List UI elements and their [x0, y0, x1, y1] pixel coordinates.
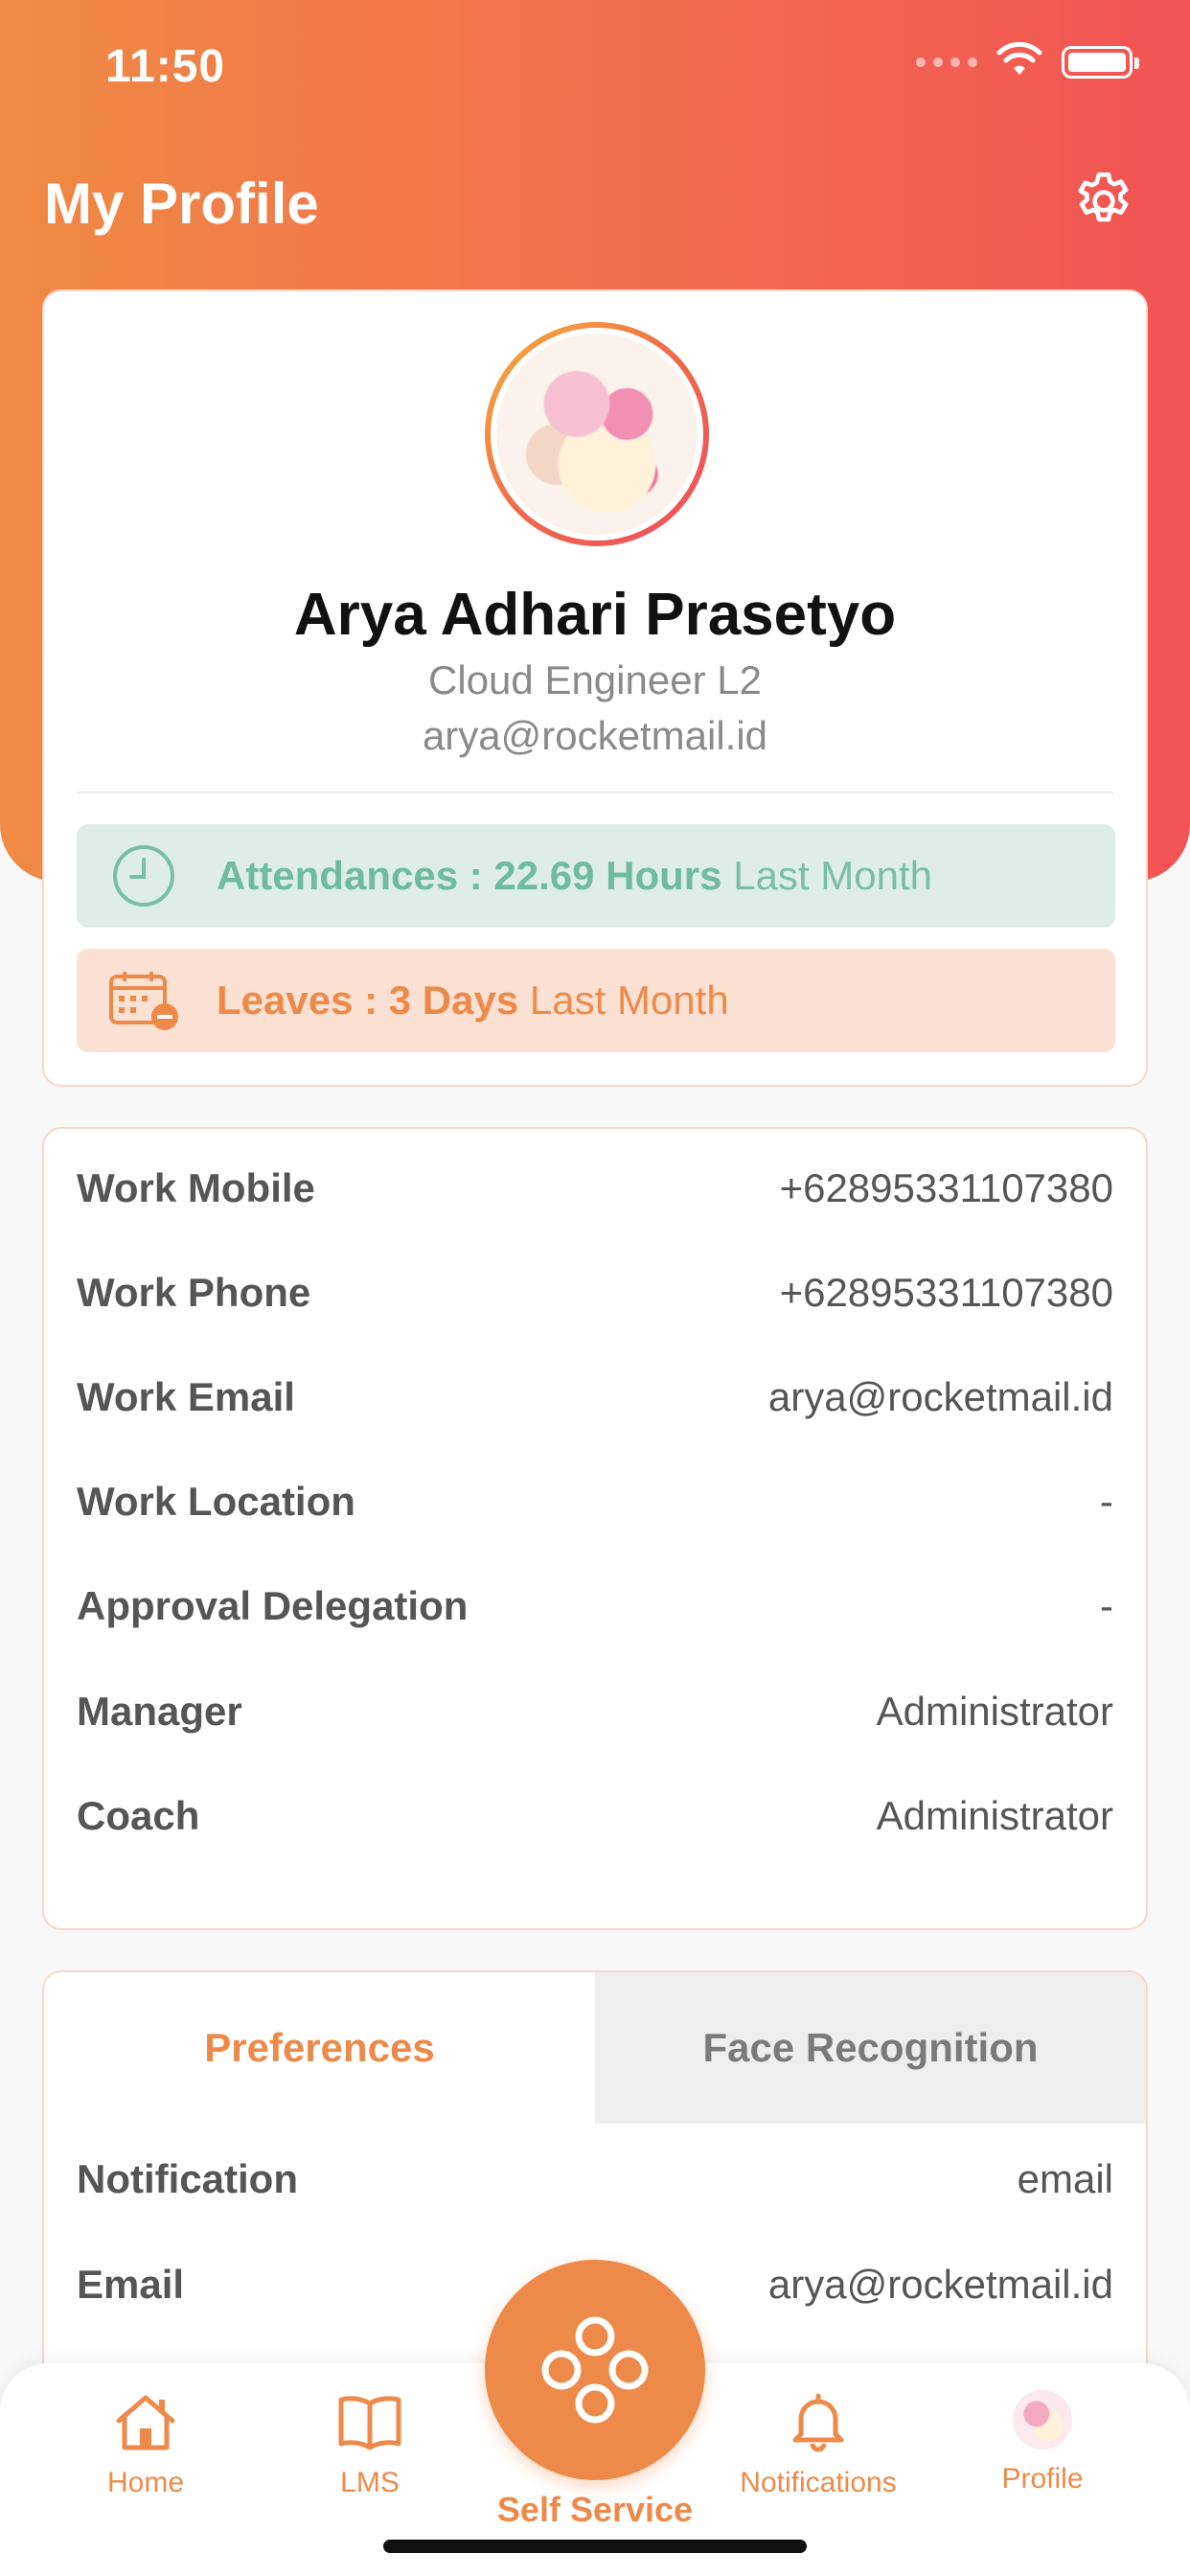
self-service-icon	[541, 2316, 649, 2424]
bell-icon	[792, 2393, 844, 2452]
leaves-summary[interactable]: Leaves : 3 Days Last Month	[77, 949, 1115, 1052]
work-phone-label: Work Phone	[77, 1270, 311, 1315]
tab-bar: Preferences Face Recognition	[44, 1972, 1146, 2124]
work-mobile-row: Work Mobile +62895331107380	[77, 1160, 1113, 1217]
status-icons	[916, 41, 1139, 81]
nav-profile[interactable]: Profile	[947, 2390, 1138, 2496]
self-service-label: Self Service	[496, 2490, 694, 2529]
book-icon	[338, 2396, 401, 2450]
email-pref-label: Email	[77, 2262, 185, 2307]
clock-icon	[105, 842, 182, 909]
leaves-period: Last Month	[529, 978, 729, 1023]
approval-delegation-row: Approval Delegation -	[77, 1577, 1113, 1635]
tab-face-recognition[interactable]: Face Recognition	[595, 1972, 1146, 2124]
nav-lms[interactable]: LMS	[274, 2390, 466, 2499]
leaves-label: Leaves : 3 Days	[217, 978, 519, 1023]
work-phone-row: Work Phone +62895331107380	[77, 1264, 1113, 1322]
work-mobile-label: Work Mobile	[77, 1165, 315, 1210]
manager-row: Manager Administrator	[77, 1683, 1113, 1740]
divider	[77, 792, 1113, 794]
notification-row[interactable]: Notification email	[77, 2150, 1113, 2208]
coach-row: Coach Administrator	[77, 1787, 1113, 1845]
page-title: My Profile	[44, 172, 319, 236]
nav-profile-label: Profile	[1001, 2463, 1084, 2495]
work-phone-value[interactable]: +62895331107380	[780, 1270, 1113, 1316]
work-location-value: -	[1100, 1479, 1113, 1524]
notification-label: Notification	[77, 2156, 298, 2201]
self-service-button[interactable]	[485, 2260, 705, 2480]
manager-value: Administrator	[876, 1689, 1113, 1734]
work-mobile-value[interactable]: +62895331107380	[780, 1165, 1113, 1211]
nav-home-label: Home	[106, 2467, 185, 2498]
profile-name: Arya Adhari Prasetyo	[293, 582, 897, 648]
work-email-label: Work Email	[77, 1374, 295, 1419]
coach-label: Coach	[77, 1793, 200, 1838]
nav-notifications[interactable]: Notifications	[722, 2390, 914, 2499]
home-indicator	[383, 2540, 807, 2553]
gear-icon	[1078, 172, 1129, 222]
settings-button[interactable]	[1067, 165, 1140, 238]
nav-home[interactable]: Home	[50, 2390, 241, 2499]
approval-delegation-value: -	[1100, 1583, 1113, 1628]
status-time: 11:50	[105, 41, 226, 92]
work-info-card: Work Mobile +62895331107380 Work Phone +…	[42, 1127, 1148, 1930]
manager-label: Manager	[77, 1689, 242, 1734]
attendance-label: Attendances : 22.69 Hours	[217, 853, 722, 898]
approval-delegation-label: Approval Delegation	[77, 1583, 469, 1628]
attendance-summary[interactable]: Attendances : 22.69 Hours Last Month	[77, 824, 1115, 928]
work-email-row: Work Email arya@rocketmail.id	[77, 1368, 1113, 1426]
avatar-image	[496, 334, 698, 535]
profile-job-title: Cloud Engineer L2	[428, 657, 762, 702]
avatar[interactable]	[485, 322, 709, 546]
profile-avatar-icon	[1013, 2390, 1072, 2450]
battery-icon	[1062, 45, 1139, 79]
tab-preferences[interactable]: Preferences	[44, 1972, 595, 2124]
profile-card: Arya Adhari Prasetyo Cloud Engineer L2 a…	[42, 289, 1148, 1087]
nav-lms-label: LMS	[340, 2467, 400, 2498]
coach-value: Administrator	[876, 1793, 1113, 1838]
work-location-label: Work Location	[77, 1479, 355, 1524]
work-email-value[interactable]: arya@rocketmail.id	[768, 1374, 1113, 1420]
profile-email: arya@rocketmail.id	[422, 713, 768, 758]
signal-icon	[916, 57, 977, 67]
nav-notifications-label: Notifications	[740, 2467, 897, 2498]
notification-value: email	[1017, 2156, 1113, 2201]
home-icon	[116, 2395, 175, 2450]
work-location-row: Work Location -	[77, 1473, 1113, 1530]
calendar-minus-icon	[105, 969, 182, 1032]
email-pref-value: arya@rocketmail.id	[767, 2262, 1113, 2307]
attendance-period: Last Month	[733, 853, 932, 898]
wifi-icon	[996, 41, 1042, 81]
